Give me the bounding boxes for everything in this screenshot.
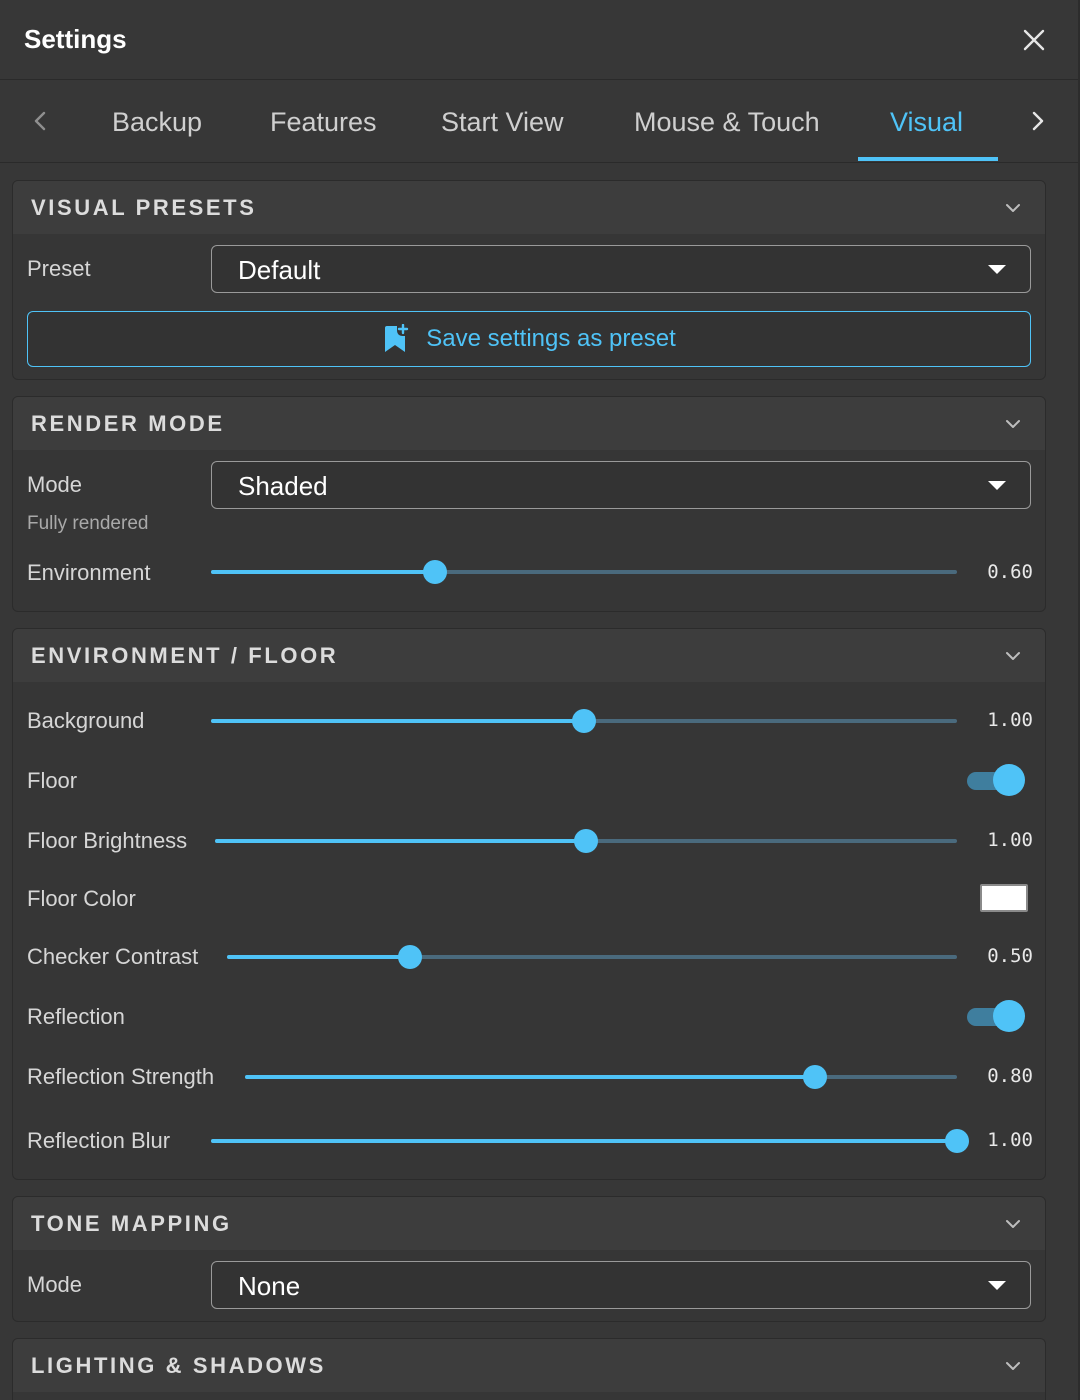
- section-title: ENVIRONMENT / FLOOR: [31, 643, 339, 668]
- floor-brightness-value: 1.00: [987, 829, 1033, 851]
- slider-thumb[interactable]: [422, 560, 447, 584]
- chevron-down-icon: [1006, 1220, 1020, 1228]
- background-value: 1.00: [987, 709, 1033, 731]
- preset-select-value: Default: [238, 255, 321, 285]
- environment-floor-header[interactable]: ENVIRONMENT / FLOOR: [13, 629, 1045, 682]
- floor-toggle[interactable]: [967, 764, 1025, 796]
- slider-thumb[interactable]: [397, 945, 422, 969]
- tone-mapping-select-value: None: [238, 1271, 301, 1301]
- floor-color-label: Floor Color: [27, 886, 136, 911]
- tab-visual[interactable]: Visual: [890, 81, 963, 163]
- caret-down-icon: [988, 481, 1006, 490]
- visual-presets-header[interactable]: VISUAL PRESETS: [13, 181, 1045, 234]
- tab-next-button[interactable]: [1020, 103, 1056, 139]
- chevron-right-icon: [1032, 111, 1044, 131]
- close-button[interactable]: [1016, 22, 1052, 58]
- checker-contrast-slider[interactable]: [227, 945, 957, 969]
- render-mode-header[interactable]: RENDER MODE: [13, 397, 1045, 450]
- checker-contrast-value: 0.50: [987, 945, 1033, 967]
- save-preset-label: Save settings as preset: [426, 325, 676, 352]
- reflection-blur-value: 1.00: [987, 1129, 1033, 1151]
- environment-value: 0.60: [987, 561, 1033, 583]
- chevron-down-icon: [1006, 1362, 1020, 1370]
- reflection-strength-label: Reflection Strength: [27, 1064, 215, 1089]
- bookmark-add-icon: [385, 324, 409, 352]
- tone-mapping-select[interactable]: None: [211, 1261, 1031, 1309]
- lighting-shadows-panel: LIGHTING & SHADOWS: [12, 1338, 1046, 1400]
- chevron-down-icon: [1006, 652, 1020, 660]
- render-mode-panel: RENDER MODE Mode Fully rendered Shaded E…: [12, 396, 1046, 612]
- floor-brightness-label: Floor Brightness: [27, 828, 188, 853]
- chevron-left-icon: [34, 111, 46, 131]
- active-tab-indicator: [858, 157, 998, 161]
- environment-floor-panel: ENVIRONMENT / FLOOR Background 1.00 Floo…: [12, 628, 1046, 1180]
- preset-select[interactable]: Default: [211, 245, 1031, 293]
- section-title: RENDER MODE: [31, 411, 225, 436]
- preset-label: Preset: [27, 256, 91, 281]
- environment-slider[interactable]: [211, 560, 957, 584]
- window-title: Settings: [24, 24, 127, 54]
- section-title: LIGHTING & SHADOWS: [31, 1353, 326, 1378]
- caret-down-icon: [988, 265, 1006, 274]
- floor-label: Floor: [27, 768, 78, 793]
- tone-mapping-header[interactable]: TONE MAPPING: [13, 1197, 1045, 1250]
- section-title: VISUAL PRESETS: [31, 195, 257, 220]
- render-mode-select-value: Shaded: [238, 471, 328, 501]
- floor-color-swatch[interactable]: [980, 884, 1028, 912]
- tab-backup[interactable]: Backup: [112, 81, 202, 163]
- close-icon: [1023, 29, 1045, 51]
- render-mode-select[interactable]: Shaded: [211, 461, 1031, 509]
- background-label: Background: [27, 708, 145, 733]
- slider-thumb[interactable]: [574, 829, 598, 853]
- visual-presets-panel: VISUAL PRESETS Preset Default Save setti…: [12, 180, 1046, 380]
- render-mode-label: Mode: [27, 472, 83, 497]
- caret-down-icon: [988, 1281, 1006, 1290]
- reflection-toggle[interactable]: [967, 1000, 1025, 1032]
- tab-features[interactable]: Features: [270, 81, 377, 163]
- reflection-strength-value: 0.80: [987, 1065, 1033, 1087]
- floor-brightness-slider[interactable]: [215, 829, 957, 853]
- reflection-blur-slider[interactable]: [211, 1129, 969, 1153]
- lighting-shadows-header[interactable]: LIGHTING & SHADOWS: [13, 1339, 1045, 1392]
- render-mode-hint: Fully rendered: [27, 513, 149, 534]
- checker-contrast-label: Checker Contrast: [27, 944, 199, 969]
- tab-prev-button[interactable]: [22, 103, 58, 139]
- save-preset-button[interactable]: Save settings as preset: [27, 311, 1031, 367]
- reflection-label: Reflection: [27, 1004, 125, 1029]
- tone-mapping-panel: TONE MAPPING Mode None: [12, 1196, 1046, 1322]
- tab-start-view[interactable]: Start View: [441, 81, 564, 163]
- reflection-strength-slider[interactable]: [245, 1065, 957, 1089]
- chevron-down-icon: [1006, 420, 1020, 428]
- reflection-blur-label: Reflection Blur: [27, 1128, 171, 1153]
- tone-mapping-mode-label: Mode: [27, 1272, 83, 1297]
- environment-label: Environment: [27, 560, 151, 585]
- chevron-down-icon: [1006, 204, 1020, 212]
- slider-thumb[interactable]: [802, 1065, 827, 1089]
- tab-bar: Backup Features Start View Mouse & Touch…: [0, 81, 1078, 163]
- title-bar: Settings: [0, 0, 1078, 80]
- background-slider[interactable]: [211, 709, 957, 733]
- section-title: TONE MAPPING: [31, 1211, 232, 1236]
- tab-mouse-touch[interactable]: Mouse & Touch: [634, 81, 820, 163]
- slider-thumb[interactable]: [945, 1129, 969, 1153]
- slider-thumb[interactable]: [572, 709, 596, 733]
